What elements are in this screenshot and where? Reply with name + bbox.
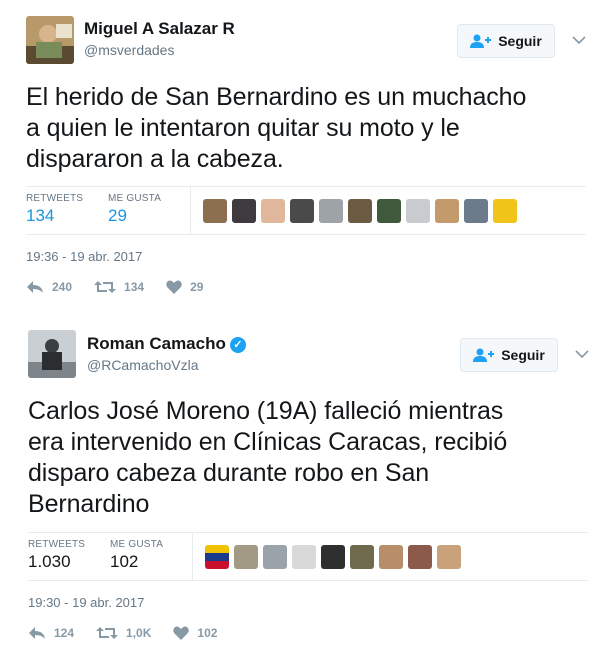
liker-avatar[interactable] <box>493 199 517 223</box>
tweet-1: Miguel A Salazar R @msverdades Seguir El… <box>0 0 601 320</box>
like-action[interactable]: 102 <box>173 626 217 640</box>
tweet-text-line: disparo cabeza durante robo en San <box>28 459 430 487</box>
tweet-text-line: Carlos José Moreno (19A) falleció mientr… <box>28 397 504 425</box>
likes-stat[interactable]: ME GUSTA 29 <box>108 193 161 226</box>
tweet-stats: RETWEETS 134 ME GUSTA 29 <box>26 186 586 235</box>
liker-avatar[interactable] <box>292 545 316 569</box>
liker-avatar[interactable] <box>232 199 256 223</box>
display-name[interactable]: Miguel A Salazar R <box>84 19 235 39</box>
liker-avatar[interactable] <box>435 199 459 223</box>
reply-count: 124 <box>54 626 75 640</box>
chevron-down-icon[interactable] <box>575 349 589 359</box>
display-name-text: Roman Camacho <box>87 334 226 353</box>
liker-avatar[interactable] <box>408 545 432 569</box>
follow-button[interactable]: Seguir <box>457 24 555 58</box>
tweet-text-line: era intervenido en Clínicas Caracas, rec… <box>28 428 508 456</box>
retweet-action[interactable]: 134 <box>94 280 144 294</box>
retweets-value: 134 <box>26 206 55 225</box>
liker-avatar[interactable] <box>464 199 488 223</box>
likes-value: 102 <box>110 552 139 571</box>
reply-icon <box>27 281 43 293</box>
retweet-count: 1,0K <box>126 626 152 640</box>
follow-label: Seguir <box>498 33 542 49</box>
avatar[interactable] <box>26 16 74 64</box>
retweets-value: 1.030 <box>28 552 71 571</box>
retweets-label: RETWEETS <box>28 539 86 550</box>
tweet-text-line: a quien le intentaron quitar su moto y l… <box>26 114 460 142</box>
chevron-down-icon[interactable] <box>572 35 586 45</box>
heart-icon <box>173 626 190 640</box>
user-handle[interactable]: @msverdades <box>84 42 174 58</box>
follow-label: Seguir <box>501 347 545 363</box>
likers-avatars <box>205 545 461 569</box>
retweets-stat[interactable]: RETWEETS 134 <box>26 193 83 226</box>
retweet-icon <box>96 627 119 639</box>
liker-avatar[interactable] <box>437 545 461 569</box>
stats-divider <box>190 187 191 234</box>
liker-avatar[interactable] <box>319 199 343 223</box>
retweet-icon <box>94 281 117 293</box>
likes-label: ME GUSTA <box>110 539 164 550</box>
tweet-text-line: dispararon a la cabeza. <box>26 145 284 173</box>
liker-avatar[interactable] <box>205 545 229 569</box>
liker-avatar[interactable] <box>234 545 258 569</box>
liker-avatar[interactable] <box>348 199 372 223</box>
liker-avatar[interactable] <box>203 199 227 223</box>
verified-badge-icon: ✓ <box>229 337 246 353</box>
likes-value: 29 <box>108 206 127 225</box>
like-count: 102 <box>197 626 218 640</box>
reply-icon <box>29 627 45 639</box>
retweets-stat[interactable]: RETWEETS 1.030 <box>28 539 85 572</box>
person-plus-icon <box>470 34 492 48</box>
retweet-count: 134 <box>124 280 145 294</box>
liker-avatar[interactable] <box>350 545 374 569</box>
tweet-stats: RETWEETS 1.030 ME GUSTA 102 <box>28 532 588 581</box>
avatar[interactable] <box>28 330 76 378</box>
likes-stat[interactable]: ME GUSTA 102 <box>110 539 163 572</box>
heart-icon <box>166 280 182 294</box>
tweet-timestamp[interactable]: 19:36 - 19 abr. 2017 <box>26 249 142 264</box>
display-name[interactable]: Roman Camacho ✓ <box>87 334 246 354</box>
liker-avatar[interactable] <box>377 199 401 223</box>
retweet-action[interactable]: 1,0K <box>96 626 151 640</box>
tweet-actions: 124 1,0K 102 <box>28 626 239 640</box>
retweets-label: RETWEETS <box>26 193 84 204</box>
liker-avatar[interactable] <box>379 545 403 569</box>
liker-avatar[interactable] <box>321 545 345 569</box>
liker-avatar[interactable] <box>261 199 285 223</box>
reply-count: 240 <box>52 280 73 294</box>
likes-label: ME GUSTA <box>108 193 162 204</box>
follow-button[interactable]: Seguir <box>460 338 558 372</box>
tweet-actions: 240 134 29 <box>26 280 225 294</box>
likers-avatars <box>203 199 517 223</box>
liker-avatar[interactable] <box>263 545 287 569</box>
tweet-text-line: El herido de San Bernardino es un muchac… <box>26 83 527 111</box>
like-count: 29 <box>190 280 204 294</box>
liker-avatar[interactable] <box>290 199 314 223</box>
liker-avatar[interactable] <box>406 199 430 223</box>
user-handle[interactable]: @RCamachoVzla <box>87 357 198 373</box>
tweet-text: Carlos José Moreno (19A) falleció mientr… <box>28 396 507 520</box>
person-plus-icon <box>473 348 495 362</box>
stats-divider <box>192 533 193 580</box>
tweet-timestamp[interactable]: 19:30 - 19 abr. 2017 <box>28 595 144 610</box>
tweet-2: Roman Camacho ✓ @RCamachoVzla Seguir Carl… <box>0 320 601 667</box>
like-action[interactable]: 29 <box>166 280 203 294</box>
reply-action[interactable]: 240 <box>26 280 72 294</box>
tweet-text-line: Bernardino <box>28 490 150 518</box>
reply-action[interactable]: 124 <box>28 626 74 640</box>
tweet-text: El herido de San Bernardino es un muchac… <box>26 82 526 175</box>
